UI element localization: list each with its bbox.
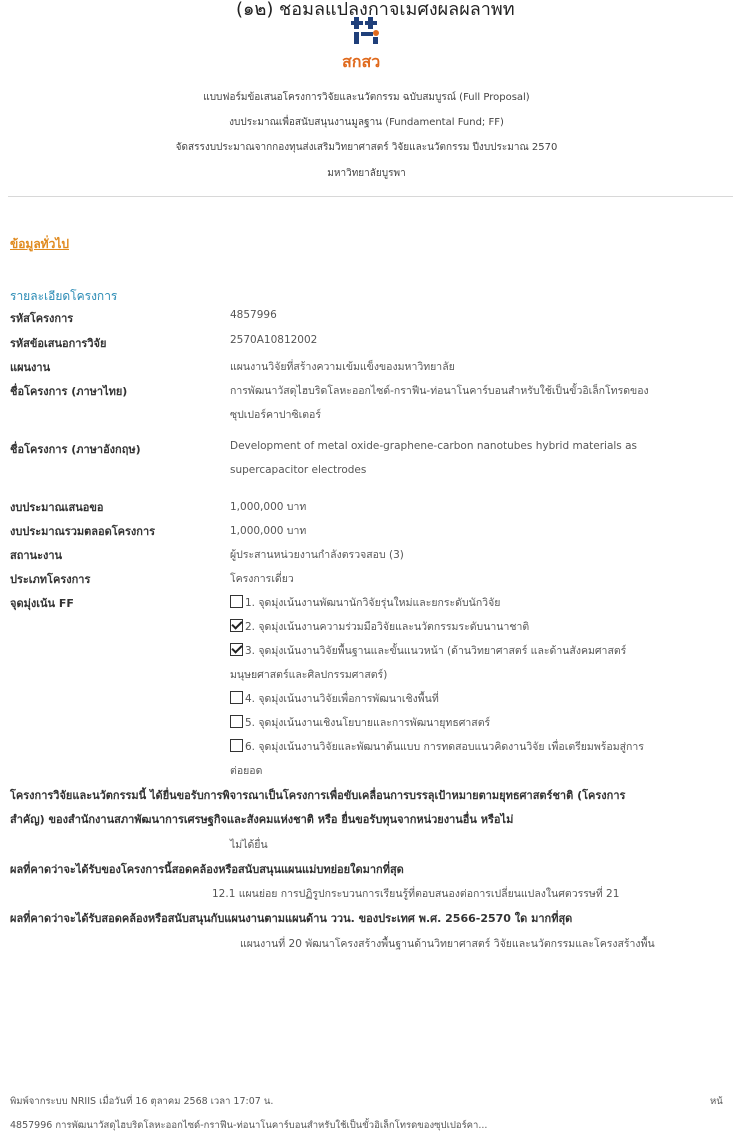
project-code-label: รหัสโครงการ	[10, 312, 74, 325]
focus-option-3[interactable]: 3. จุดมุ่งเน้นงานวิจัยพื้นฐานและขั้นแนวห…	[230, 642, 626, 659]
checkbox-icon[interactable]	[230, 691, 243, 704]
print-timestamp: พิมพ์จากระบบ NRIIS เมื่อวันที่ 16 ตุลาคม…	[10, 1096, 274, 1107]
question-3: ผลที่คาดว่าจะได้รับสอดคล้องหรือสนับสนุนก…	[10, 912, 573, 925]
total-budget-value: 1,000,000 บาท	[230, 525, 307, 537]
question-1-line2: สำคัญ) ของสำนักงานสภาพัฒนาการเศรษฐกิจและ…	[10, 813, 514, 826]
section-title: รายละเอียดโครงการ	[10, 289, 118, 303]
budget-value: 1,000,000 บาท	[230, 501, 307, 513]
proposal-code-label: รหัสข้อเสนอการวิจัย	[10, 337, 107, 350]
type-value: โครงการเดี่ยว	[230, 573, 294, 585]
focus-option-4[interactable]: 4. จุดมุ่งเน้นงานวิจัยเพื่อการพัฒนาเชิงพ…	[230, 690, 439, 707]
focus-option-1[interactable]: 1. จุดมุ่งเน้นงานพัฒนานักวิจัยรุ่นใหม่แล…	[230, 594, 500, 611]
checkbox-checked-icon[interactable]	[230, 643, 243, 656]
page-number: หน้	[710, 1096, 723, 1107]
footer-project-line: 4857996 การพัฒนาวัสดุไฮบริดโลหะออกไซด์-ก…	[10, 1120, 488, 1131]
question-3-answer: แผนงานที่ 20 พัฒนาโครงสร้างพื้นฐานด้านวิ…	[240, 938, 655, 950]
checkbox-icon[interactable]	[230, 739, 243, 752]
focus-label: จุดมุ่งเน้น FF	[10, 597, 74, 610]
plan-value: แผนงานวิจัยที่สร้างความเข้มแข็งของมหาวิท…	[230, 361, 455, 373]
name-th-label: ชื่อโครงการ (ภาษาไทย)	[10, 385, 128, 398]
checkbox-icon[interactable]	[230, 595, 243, 608]
name-en-label: ชื่อโครงการ (ภาษาอังกฤษ)	[10, 443, 141, 456]
general-info-link[interactable]: ข้อมูลทั่วไป	[10, 235, 69, 254]
budget-label: งบประมาณเสนอขอ	[10, 501, 104, 514]
form-title: แบบฟอร์มข้อเสนอโครงการวิจัยและนวัตกรรม ฉ…	[203, 92, 530, 103]
name-th-value-line1: การพัฒนาวัสดุไฮบริดโลหะออกไซด์-กราฟีน-ท่…	[230, 385, 649, 397]
logo-wordmark: สกสว	[342, 52, 381, 71]
focus-option-6[interactable]: 6. จุดมุ่งเน้นงานวิจัยและพัฒนาต้นแบบ การ…	[230, 738, 644, 755]
header-divider	[8, 196, 733, 197]
focus-option-6-continuation: ต่อยอด	[230, 765, 263, 777]
name-en-value-line2: supercapacitor electrodes	[230, 464, 367, 476]
focus-option-5[interactable]: 5. จุดมุ่งเน้นงานเชิงนโยบายและการพัฒนายุ…	[230, 714, 490, 731]
budget-source: จัดสรรงบประมาณจากกองทุนส่งเสริมวิทยาศาสต…	[175, 142, 558, 153]
name-en-value-line1: Development of metal oxide-graphene-carb…	[230, 440, 638, 452]
proposal-code-value: 2570A10812002	[230, 334, 318, 346]
question-2-answer: 12.1 แผนย่อย การปฏิรูปกระบวนการเรียนรู้ท…	[212, 888, 620, 900]
type-label: ประเภทโครงการ	[10, 573, 91, 586]
checkbox-checked-icon[interactable]	[230, 619, 243, 632]
project-code-value: 4857996	[230, 309, 277, 321]
focus-option-2[interactable]: 2. จุดมุ่งเน้นงานความร่วมมือวิจัยและนวัต…	[230, 618, 529, 635]
university-name: มหาวิทยาลัยบูรพา	[327, 168, 406, 179]
question-2: ผลที่คาดว่าจะได้รับของโครงการนี้สอดคล้อง…	[10, 863, 404, 876]
status-label: สถานะงาน	[10, 549, 63, 562]
total-budget-label: งบประมาณรวมตลอดโครงการ	[10, 525, 156, 538]
focus-option-3-continuation: มนุษยศาสตร์และศิลปกรรมศาสตร์)	[230, 669, 388, 681]
question-1-line1: โครงการวิจัยและนวัตกรรมนี้ ได้ยื่นขอรับก…	[10, 789, 626, 802]
question-1-answer: ไม่ได้ยื่น	[230, 839, 268, 851]
checkbox-icon[interactable]	[230, 715, 243, 728]
name-th-value-line2: ซุปเปอร์คาปาซิเตอร์	[230, 409, 321, 421]
status-value: ผู้ประสานหน่วยงานกำลังตรวจสอบ (3)	[230, 549, 404, 561]
tsri-logo-icon	[351, 17, 379, 44]
fund-name: งบประมาณเพื่อสนับสนุนงานมูลฐาน (Fundamen…	[229, 117, 504, 128]
plan-label: แผนงาน	[10, 361, 51, 374]
